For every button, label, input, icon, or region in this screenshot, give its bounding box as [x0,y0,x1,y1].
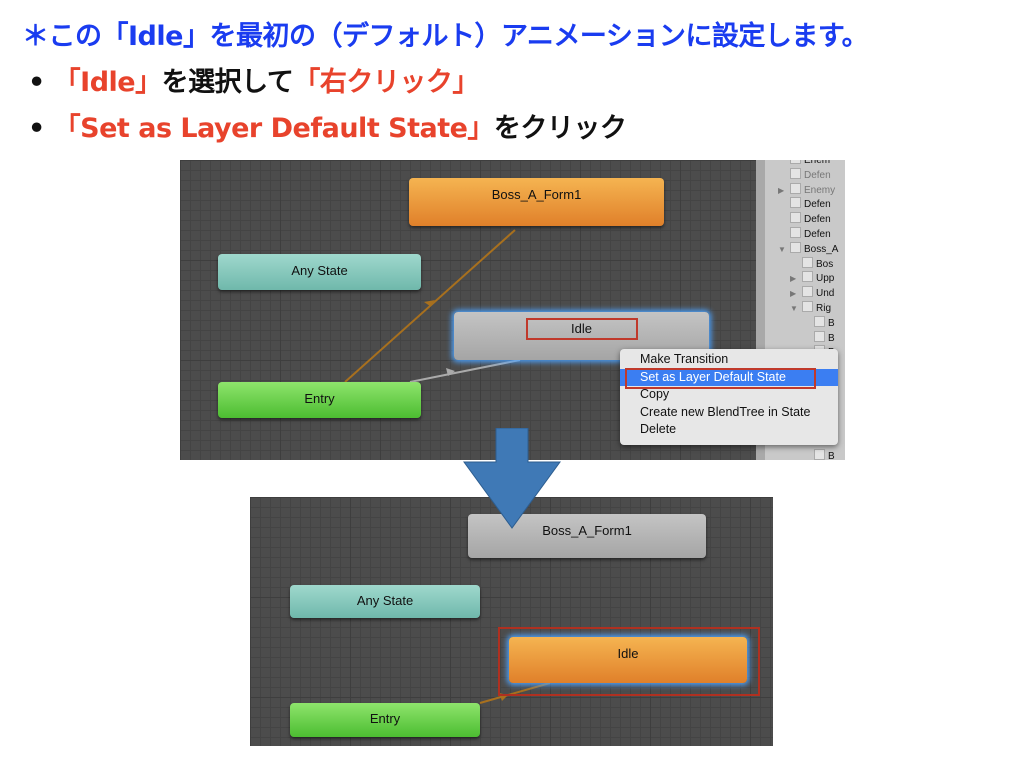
highlight-box [498,627,760,696]
menu-item-create-blendtree[interactable]: Create new BlendTree in State [620,404,838,422]
bullet-text: をクリック [493,113,627,144]
expand-arrow-icon[interactable]: ▶ [790,286,796,301]
gameobject-icon [802,271,813,283]
menu-item-make-transition[interactable]: Make Transition [620,351,838,369]
state-any-state[interactable]: Any State [290,585,480,618]
state-entry[interactable]: Entry [218,382,421,418]
expand-arrow-icon[interactable]: ▼ [778,242,786,257]
highlight-box [526,318,638,340]
gameobject-icon [790,241,801,253]
hierarchy-item-label: B [828,451,835,460]
hierarchy-item-label: Boss_A [804,243,839,255]
gameobject-icon [790,227,801,238]
expand-arrow-icon[interactable]: ▶ [778,183,784,198]
hierarchy-item[interactable]: Enem [790,160,830,168]
hierarchy-item-label: Defen [804,199,831,211]
gameobject-icon [802,256,813,268]
hierarchy-item-label: Enemy [804,184,836,196]
hierarchy-item-label: Und [816,288,835,300]
hierarchy-item[interactable]: B [814,330,835,346]
gameobject-icon [814,315,825,327]
gameobject-icon [802,286,813,298]
bullet-2: • 「Set as Layer Default State」をクリック [28,106,627,145]
bullet-text: を選択して [161,67,294,98]
gameobject-icon [814,449,825,460]
hierarchy-item-label: Bos [816,258,834,270]
bullet-1: • 「Idle」を選択して「右クリック」 [28,60,479,99]
hierarchy-item[interactable]: ▶ Enemy [778,182,836,198]
state-any-state[interactable]: Any State [218,254,421,290]
hierarchy-item[interactable]: ▶ Upp [790,271,835,286]
hierarchy-item[interactable]: B [814,449,835,460]
hierarchy-item-label: Upp [816,273,835,285]
state-boss-a-form1[interactable]: Boss_A_Form1 [409,178,664,226]
gameobject-icon [790,197,801,209]
hierarchy-item[interactable]: Defen [790,227,831,242]
hierarchy-item-label: Defen [804,169,831,181]
hierarchy-item-label: B [828,332,835,344]
gameobject-icon [814,330,825,342]
hierarchy-item[interactable]: Bos [802,256,834,272]
hierarchy-item-label: B [828,317,835,329]
bullet-red-text: 「右クリック」 [293,67,479,98]
menu-item-delete[interactable]: Delete [620,421,838,439]
state-entry[interactable]: Entry [290,703,480,737]
hierarchy-item-label: Defen [804,214,831,226]
transition-entry-idle [409,359,521,383]
gameobject-icon [790,167,801,179]
hierarchy-item[interactable]: ▼ Boss_A [778,241,839,257]
down-arrow-icon [463,428,561,529]
hierarchy-item[interactable]: ▶ Und [790,286,835,301]
expand-arrow-icon[interactable]: ▶ [790,271,796,286]
hierarchy-item[interactable]: Defen [790,167,831,183]
gameobject-icon [790,212,801,224]
hierarchy-item-label: Rig [816,303,832,314]
animator-graph-after[interactable]: Boss_A_Form1 Any State Idle Entry [250,497,773,746]
hierarchy-item[interactable]: Defen [790,197,831,212]
bullet-red-text: 「Set as Layer Default State」 [53,113,495,144]
gameobject-icon [790,182,801,194]
hierarchy-item-label: Enem [804,160,831,166]
hierarchy-item-label: Defen [804,229,831,240]
gameobject-icon [790,160,801,164]
context-menu: Make Transition Set as Layer Default Sta… [620,349,838,445]
hierarchy-item[interactable]: B [814,315,835,331]
expand-arrow-icon[interactable]: ▼ [790,301,798,316]
slide-title: ＊この「Idle」を最初の（デフォルト）アニメーションに設定します。 [22,21,869,52]
highlight-box [625,368,816,389]
bullet-mark: • [28,67,45,98]
hierarchy-item[interactable]: ▼ Rig [790,301,832,316]
bullet-mark: • [28,113,45,144]
hierarchy-item[interactable]: Defen [790,212,831,227]
bullet-red-text: 「Idle」 [53,67,162,98]
gameobject-icon [802,301,813,312]
